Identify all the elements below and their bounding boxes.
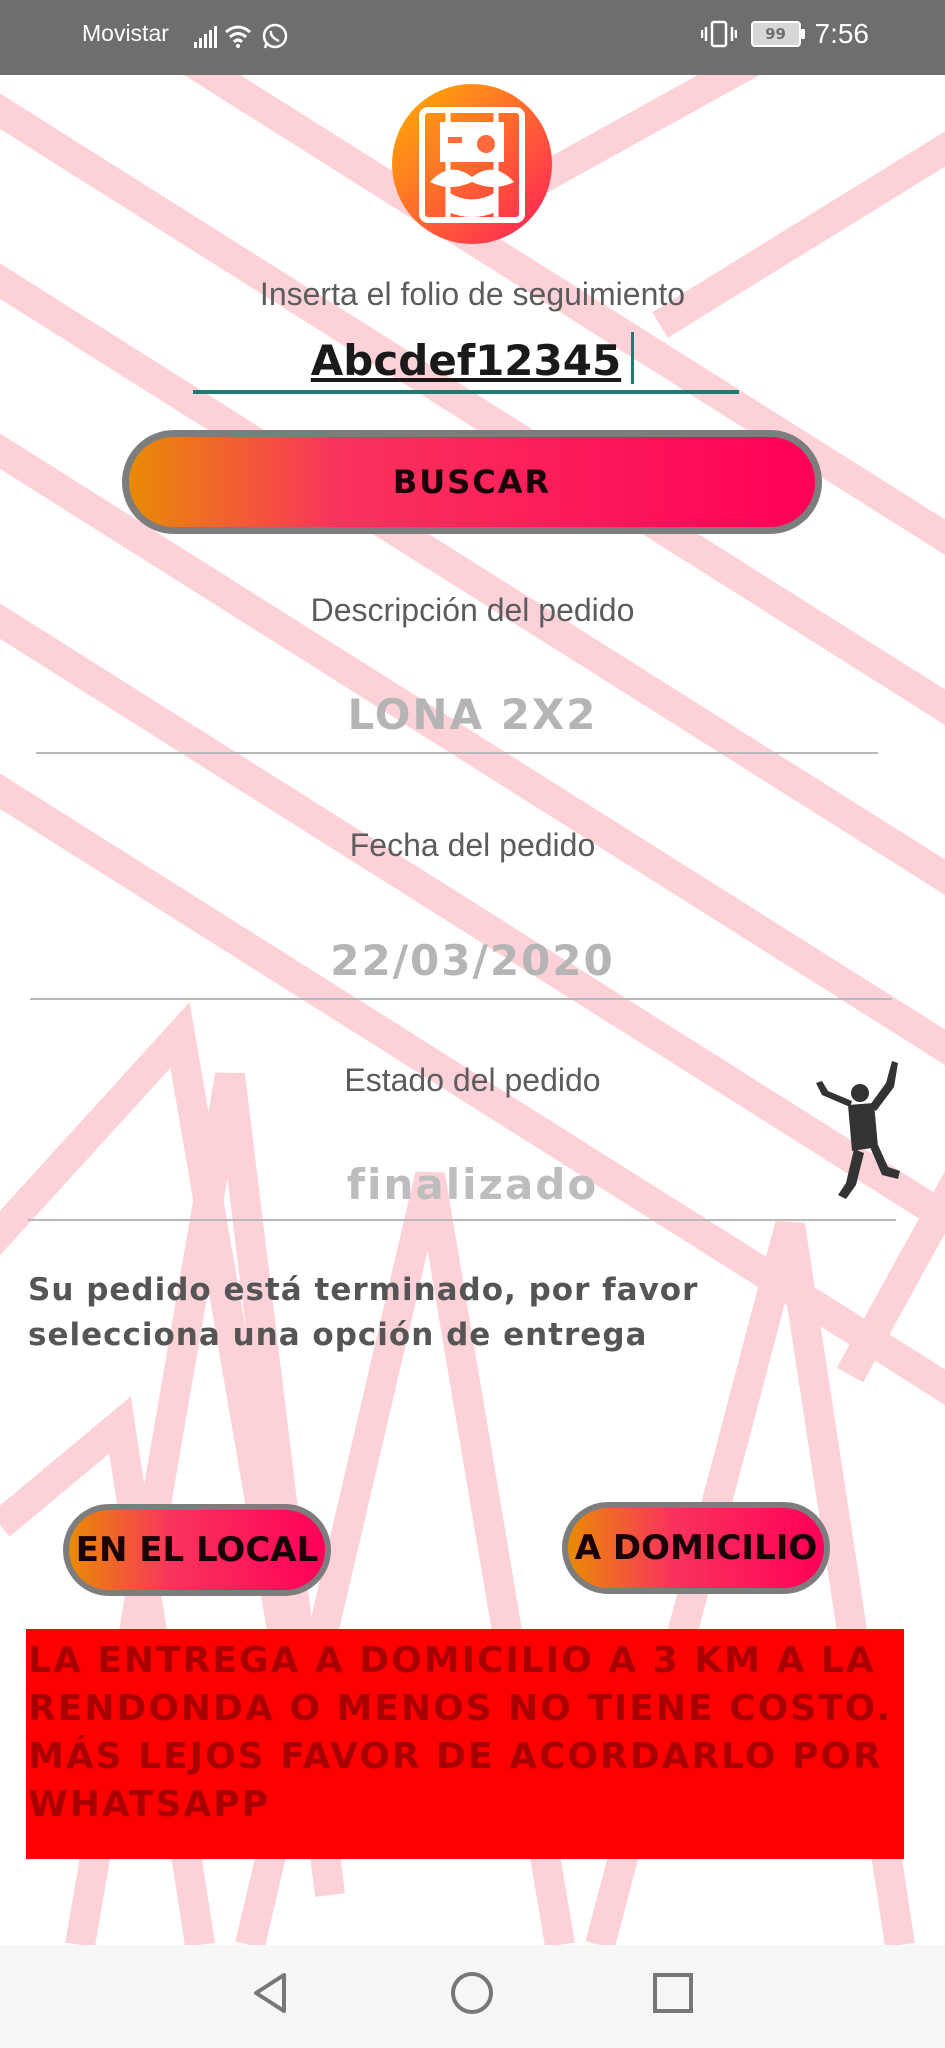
recents-icon[interactable] (650, 1969, 696, 2017)
search-button[interactable]: BUSCAR (122, 430, 822, 534)
pickup-local-button[interactable]: EN EL LOCAL (63, 1504, 331, 1596)
whatsapp-icon (262, 23, 288, 49)
battery-icon: 99 (750, 21, 805, 47)
delivery-info-banner: LA ENTREGA A DOMICILIO A 3 KM A LA RENDO… (26, 1629, 904, 1859)
date-divider (30, 998, 892, 1000)
vibrate-icon (700, 20, 737, 48)
jumping-man-icon (816, 1061, 900, 1199)
logo-icon (392, 84, 552, 244)
home-icon[interactable] (448, 1969, 496, 2017)
folio-input[interactable] (193, 330, 739, 394)
status-label: Estado del pedido (344, 1062, 601, 1098)
date-value: 22/03/2020 (330, 936, 615, 985)
status-divider (28, 1219, 896, 1221)
status-bar: Movistar 99 7:56 (0, 0, 945, 75)
description-label: Descripción del pedido (310, 592, 635, 628)
description-divider (36, 752, 878, 754)
folio-label: Inserta el folio de seguimiento (259, 276, 686, 312)
pickup-local-label: EN EL LOCAL (75, 1530, 319, 1570)
status-value: finalizado (346, 1160, 599, 1209)
delivery-notice-line: Su pedido está terminado, por favor (28, 1272, 699, 1308)
search-button-label: BUSCAR (392, 463, 552, 501)
wifi-icon (225, 25, 251, 44)
banner-line: WHATSAPP (28, 1784, 271, 1825)
back-icon[interactable] (248, 1969, 292, 2017)
text-caret (631, 332, 634, 384)
battery-level: 99 (765, 25, 786, 43)
home-delivery-button[interactable]: A DOMICILIO (562, 1502, 830, 1594)
banner-line: RENDONDA O MENOS NO TIENE COSTO. (28, 1688, 893, 1729)
clock: 7:56 (814, 18, 870, 49)
navigation-bar (0, 1945, 945, 2048)
home-delivery-label: A DOMICILIO (574, 1528, 818, 1568)
banner-line: LA ENTREGA A DOMICILIO A 3 KM A LA (28, 1640, 876, 1681)
carrier-name: Movistar (82, 20, 169, 46)
banner-line: MÁS LEJOS FAVOR DE ACORDARLO POR (28, 1736, 883, 1777)
date-label: Fecha del pedido (349, 827, 596, 863)
delivery-notice: Su pedido está terminado, por favor sele… (28, 1268, 768, 1358)
description-value: LONA 2X2 (347, 690, 598, 739)
signal-icon (194, 23, 288, 49)
delivery-notice-line: selecciona una opción de entrega (28, 1317, 648, 1353)
